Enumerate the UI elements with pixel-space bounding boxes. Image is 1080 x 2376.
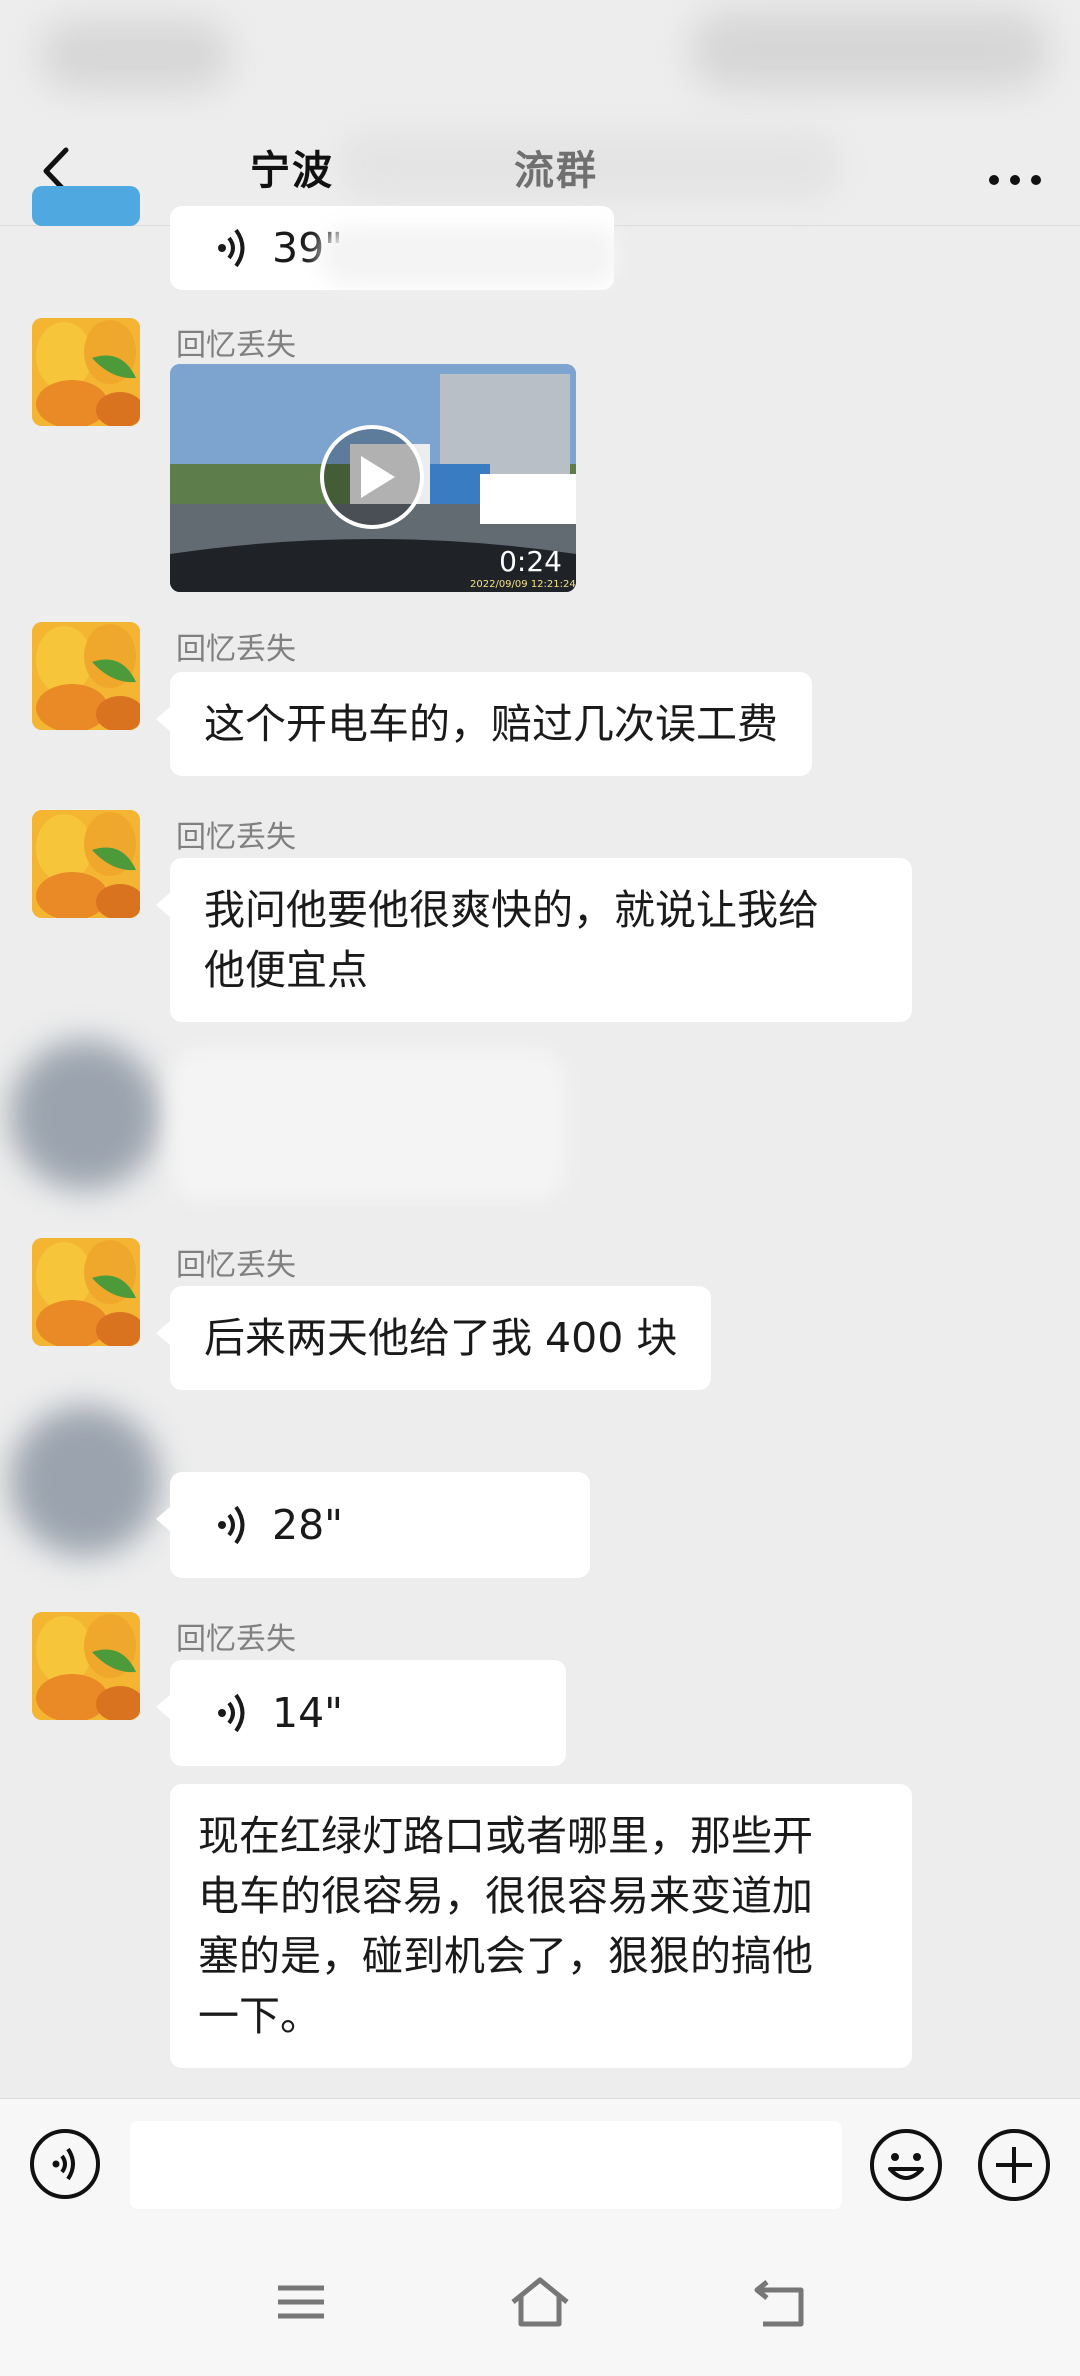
sender-name: 回忆丢失	[176, 328, 296, 363]
redaction	[320, 226, 620, 286]
text-line: 他便宜点	[204, 946, 368, 994]
voice-wave-icon	[218, 228, 245, 268]
avatar[interactable]	[32, 1238, 140, 1346]
sender-name: 回忆丢失	[176, 820, 296, 855]
mango-avatar-image	[32, 810, 140, 918]
voice-bubble[interactable]: 28"	[156, 1472, 590, 1578]
mango-avatar-image	[32, 1612, 140, 1720]
avatar[interactable]	[32, 622, 140, 730]
sender-name: 回忆丢失	[176, 632, 296, 667]
back-icon[interactable]	[745, 2272, 815, 2332]
plus-icon[interactable]	[976, 2127, 1052, 2203]
chat-title: 宁波 流群	[250, 138, 598, 196]
text-line: 我问他要他很爽快的，就说让我给	[204, 886, 819, 934]
home-icon[interactable]	[505, 2272, 575, 2332]
voice-duration: 14"	[272, 1689, 344, 1737]
menu-icon[interactable]	[266, 2272, 336, 2332]
voice-wave-icon	[218, 1693, 245, 1733]
more-dots-icon	[989, 175, 1041, 185]
voice-toggle-icon[interactable]	[28, 2127, 102, 2201]
message-input[interactable]	[130, 2121, 842, 2209]
status-bar	[0, 0, 1080, 120]
play-icon[interactable]	[317, 422, 427, 532]
voice-wave-icon	[218, 1505, 245, 1545]
video-timestamp: 2022/09/09 12:21:24	[470, 579, 576, 590]
redacted-avatar	[10, 1406, 160, 1556]
sender-name: 回忆丢失	[176, 1248, 296, 1283]
text-bubble[interactable]: 这个开电车的，赔过几次误工费	[156, 672, 812, 776]
text-line: 一下。	[198, 1992, 321, 2040]
emoji-icon[interactable]	[868, 2127, 944, 2203]
voice-duration: 28"	[272, 1501, 344, 1549]
mango-avatar-image	[32, 622, 140, 730]
voice-bubble[interactable]: 14"	[156, 1660, 566, 1766]
chat-title-head: 宁波	[250, 148, 334, 194]
avatar[interactable]	[32, 1612, 140, 1720]
text-line: 电车的很容易，很很容易来变道加	[198, 1872, 813, 1920]
video-duration: 0:24	[499, 545, 562, 578]
avatar[interactable]	[32, 318, 140, 426]
video-thumbnail[interactable]: 0:24 2022/09/09 12:21:24	[170, 364, 576, 592]
text-line: 塞的是，碰到机会了，狠狠的搞他	[198, 1932, 813, 1980]
mango-avatar-image	[32, 318, 140, 426]
text-line: 现在红绿灯路口或者哪里，那些开	[198, 1812, 813, 1860]
text-bubble[interactable]: 现在红绿灯路口或者哪里，那些开 电车的很容易，很很容易来变道加 塞的是，碰到机会…	[170, 1784, 912, 2068]
redacted-bubble	[170, 1050, 566, 1200]
status-blur-left	[40, 20, 230, 90]
chat-title-tail: 流群	[514, 148, 598, 194]
avatar[interactable]	[32, 810, 140, 918]
mango-avatar-image	[32, 1238, 140, 1346]
avatar[interactable]	[32, 186, 140, 226]
text-bubble[interactable]: 后来两天他给了我 400 块	[155, 1286, 712, 1390]
more-options-button[interactable]	[980, 140, 1050, 210]
sender-name: 回忆丢失	[176, 1622, 296, 1657]
input-bar	[0, 2098, 1080, 2232]
text-bubble[interactable]: 我问他要他很爽快的，就说让我给 他便宜点	[156, 858, 912, 1022]
redacted-avatar	[10, 1040, 160, 1190]
status-blur-right	[690, 10, 1050, 90]
system-nav-bar	[0, 2232, 1080, 2376]
